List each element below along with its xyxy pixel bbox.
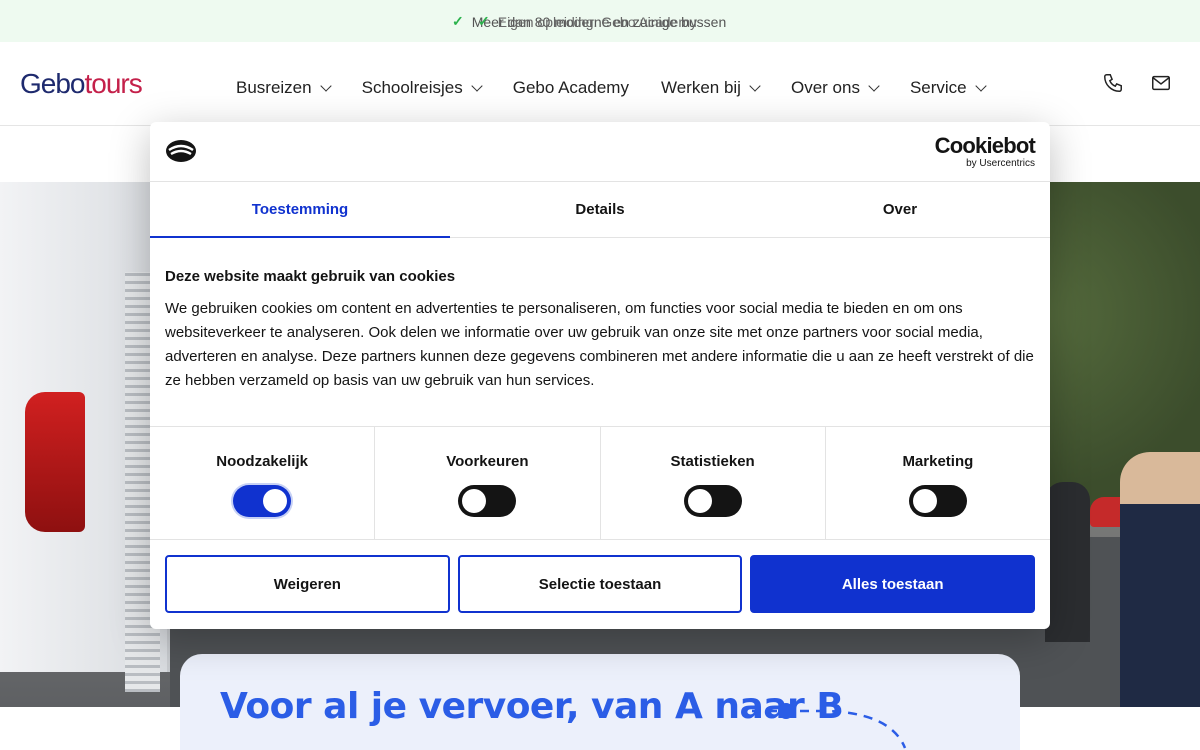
category-label: Noodzakelijk [216, 453, 308, 470]
logo-part-tours: tours [84, 68, 143, 99]
category-noodzakelijk: Noodzakelijk [150, 427, 376, 539]
cookie-tabs: Toestemming Details Over [150, 182, 1050, 238]
nav-label: Over ons [790, 78, 860, 97]
category-statistieken: Statistieken [601, 427, 826, 539]
cookie-consent-dialog: Cookiebot by Usercentrics Toestemming De… [150, 122, 1050, 629]
nav-item-busreizen[interactable]: Busreizen [236, 78, 332, 98]
category-label: Voorkeuren [446, 453, 529, 470]
nav-item-schoolreisjes[interactable]: Schoolreisjes [361, 78, 483, 98]
category-label: Statistieken [670, 453, 755, 470]
toggle-statistieken[interactable] [683, 485, 742, 517]
nav-item-werken-bij[interactable]: Werken bij [660, 78, 761, 98]
nav-label: Schoolreisjes [361, 78, 463, 97]
nav-item-gebo-academy[interactable]: Gebo Academy [513, 78, 629, 98]
category-voorkeuren: Voorkeuren [375, 427, 601, 539]
cookie-actions: Weigeren Selectie toestaan Alles toestaa… [165, 555, 1036, 613]
brand-name: Cookiebot [934, 133, 1036, 158]
toggle-knob [912, 489, 937, 513]
reject-button[interactable]: Weigeren [165, 555, 450, 613]
tab-over[interactable]: Over [750, 182, 1050, 237]
main-nav: Busreizen Schoolreisjes Gebo Academy Wer… [236, 78, 987, 98]
toggle-knob [462, 489, 487, 513]
announcement-bar: ✓ Meer dan 80 moderne en zuinige bussen … [0, 0, 1200, 42]
toggle-noodzakelijk[interactable] [233, 485, 292, 517]
toggle-marketing[interactable] [908, 485, 967, 517]
site-logo[interactable]: Gebotours [20, 68, 143, 100]
mail-icon[interactable] [1150, 72, 1172, 94]
nav-item-over-ons[interactable]: Over ons [790, 78, 880, 98]
cookie-heading: Deze website maakt gebruik van cookies [165, 268, 456, 285]
toggle-knob [687, 489, 712, 513]
brand-subtitle: by Usercentrics [966, 158, 1035, 169]
toggle-knob [263, 489, 288, 513]
cookie-body: Deze website maakt gebruik van cookies W… [165, 268, 1035, 393]
hero-child [1120, 452, 1200, 707]
check-icon: ✓ [478, 13, 490, 29]
nav-label: Werken bij [660, 78, 741, 97]
chevron-down-icon [974, 80, 987, 92]
announcement-rotator: ✓ Meer dan 80 moderne en zuinige bussen … [450, 11, 750, 31]
category-marketing: Marketing [826, 427, 1050, 539]
nav-label: Busreizen [236, 78, 312, 97]
cookie-dialog-header: Cookiebot by Usercentrics [150, 122, 1050, 182]
toggle-voorkeuren[interactable] [458, 485, 517, 517]
announcement-message-secondary: ✓ Eigen opleiding: Gebo Academy [478, 13, 697, 30]
chevron-down-icon [749, 80, 761, 92]
allow-all-button[interactable]: Alles toestaan [750, 555, 1036, 613]
cookie-category-toggles: Noodzakelijk Voorkeuren Statistieken Mar… [150, 426, 1050, 540]
logo-part-gebo: Gebo [20, 68, 85, 99]
hero-bus [0, 182, 170, 692]
tab-toestemming[interactable]: Toestemming [150, 182, 450, 238]
nav-label: Gebo Academy [512, 78, 629, 97]
allow-selection-button[interactable]: Selectie toestaan [457, 555, 743, 613]
bus-tail-light [25, 392, 85, 532]
tab-details[interactable]: Details [450, 182, 750, 237]
header-contact-icons [1102, 72, 1172, 94]
cookie-description: We gebruiken cookies om content en adver… [165, 300, 1034, 389]
nav-item-service[interactable]: Service [909, 78, 987, 98]
hero-child-backpack [1045, 482, 1090, 642]
category-label: Marketing [902, 453, 974, 470]
check-icon: ✓ [452, 13, 464, 29]
cookiebot-brand[interactable]: Cookiebot by Usercentrics [934, 133, 1036, 170]
announcement-text-secondary: Eigen opleiding: Gebo Academy [497, 13, 697, 30]
nav-label: Service [909, 78, 967, 97]
site-header: Gebotours Busreizen Schoolreisjes Gebo A… [0, 42, 1200, 126]
chevron-down-icon [471, 80, 483, 92]
cookie-logo-icon [166, 140, 196, 162]
chevron-down-icon [319, 80, 332, 92]
chevron-down-icon [868, 80, 880, 92]
route-line-icon [752, 703, 907, 749]
phone-icon[interactable] [1102, 72, 1124, 94]
